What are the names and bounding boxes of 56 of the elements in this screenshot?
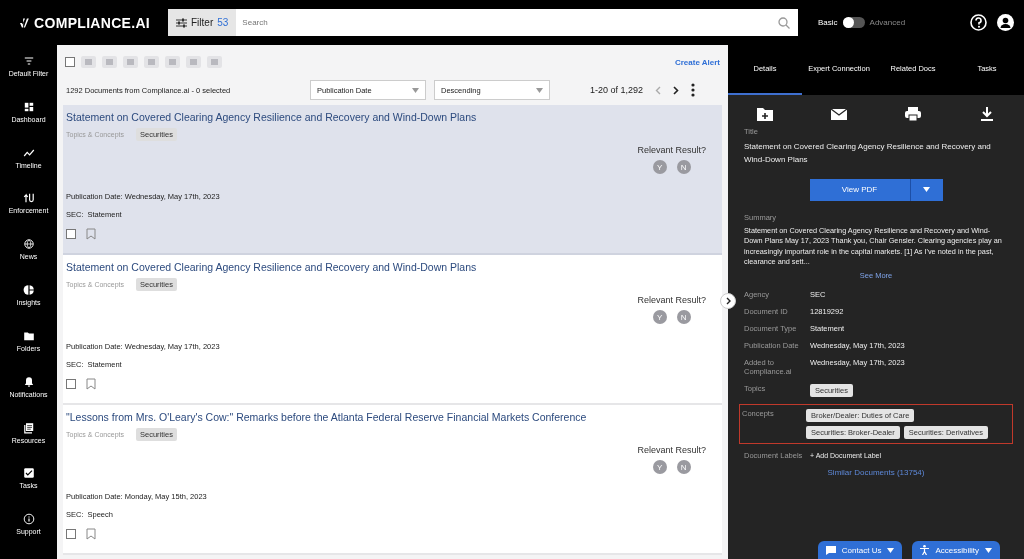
bookmark-icon[interactable] (86, 378, 96, 390)
mail-icon[interactable] (831, 107, 847, 121)
document-title-link[interactable]: Statement on Covered Clearing Agency Resilience and Recovery and Wind-Down Plans (66, 261, 712, 273)
relevant-result-label: Relevant Result? (637, 145, 706, 155)
bell-icon (22, 375, 35, 388)
help-icon[interactable] (970, 14, 987, 31)
pdf-options-button[interactable] (909, 178, 943, 201)
document-card[interactable] (63, 405, 722, 555)
view-pdf-button[interactable]: View PDF (809, 178, 910, 201)
info-icon (22, 513, 35, 526)
more-options-icon[interactable] (691, 83, 696, 97)
folder-icon (22, 329, 35, 342)
basic-mode-label: Basic (818, 18, 838, 27)
arrows-icon (22, 192, 35, 205)
dashboard-grid-icon (22, 100, 35, 113)
document-title: Statement on Covered Clearing Agency Resilience and Recovery and Wind-Down Plans (744, 141, 992, 166)
document-checkbox[interactable] (66, 229, 76, 239)
caret-icon (923, 187, 930, 193)
user-avatar-icon[interactable] (997, 14, 1014, 31)
download-icon[interactable] (979, 107, 995, 121)
mode-toggle[interactable] (842, 17, 865, 28)
documents-icon (22, 421, 35, 434)
relevant-result-label: Relevant Result? (637, 445, 706, 455)
document-checkbox[interactable] (66, 529, 76, 539)
print-icon[interactable] (905, 107, 921, 121)
caret-icon (887, 547, 895, 553)
search-icon[interactable] (778, 16, 790, 29)
create-alert-link[interactable]: Create Alert (674, 57, 720, 67)
globe-icon (22, 238, 35, 251)
document-title-link[interactable]: Statement on Covered Clearing Agency Resilience and Recovery and Wind-Down Plans (66, 111, 712, 123)
pie-chart-icon (22, 284, 35, 297)
advanced-mode-label: Advanced (869, 18, 906, 27)
collapse-handle[interactable] (720, 293, 736, 309)
bookmark-icon[interactable] (86, 228, 96, 240)
search-bar[interactable]: Filter 53 Search (168, 9, 798, 36)
relevant-result-label: Relevant Result? (637, 295, 706, 305)
filter-icon (22, 55, 35, 67)
caret-icon (985, 547, 992, 553)
logo-text: COMPLIANCE.AI (34, 14, 150, 31)
sliders-icon (176, 17, 187, 28)
bookmark-icon[interactable] (86, 528, 96, 540)
chat-icon (825, 545, 836, 555)
filter-button[interactable]: Filter 53 (168, 9, 237, 36)
document-checkbox[interactable] (66, 379, 76, 389)
checkbox-icon (22, 467, 35, 480)
accessibility-person-icon (920, 545, 930, 555)
caret-icon (536, 87, 543, 93)
contact-us-button[interactable]: Contact Us (817, 541, 903, 559)
caret-icon (412, 87, 419, 93)
select-all-checkbox[interactable] (65, 57, 75, 67)
accessibility-button[interactable]: Accessibility (912, 541, 1000, 559)
next-page-icon[interactable] (673, 85, 680, 95)
add-folder-icon[interactable] (757, 107, 773, 121)
similar-documents-link[interactable]: Similar Documents (13754) (827, 467, 925, 477)
document-title-link[interactable]: "Lessons from Mrs. O'Leary's Cow:" Remarks before the Atlanta Federal Reserve Financial Markets Conference (66, 411, 712, 423)
page-range: 1-20 of 1,292 (590, 85, 644, 95)
